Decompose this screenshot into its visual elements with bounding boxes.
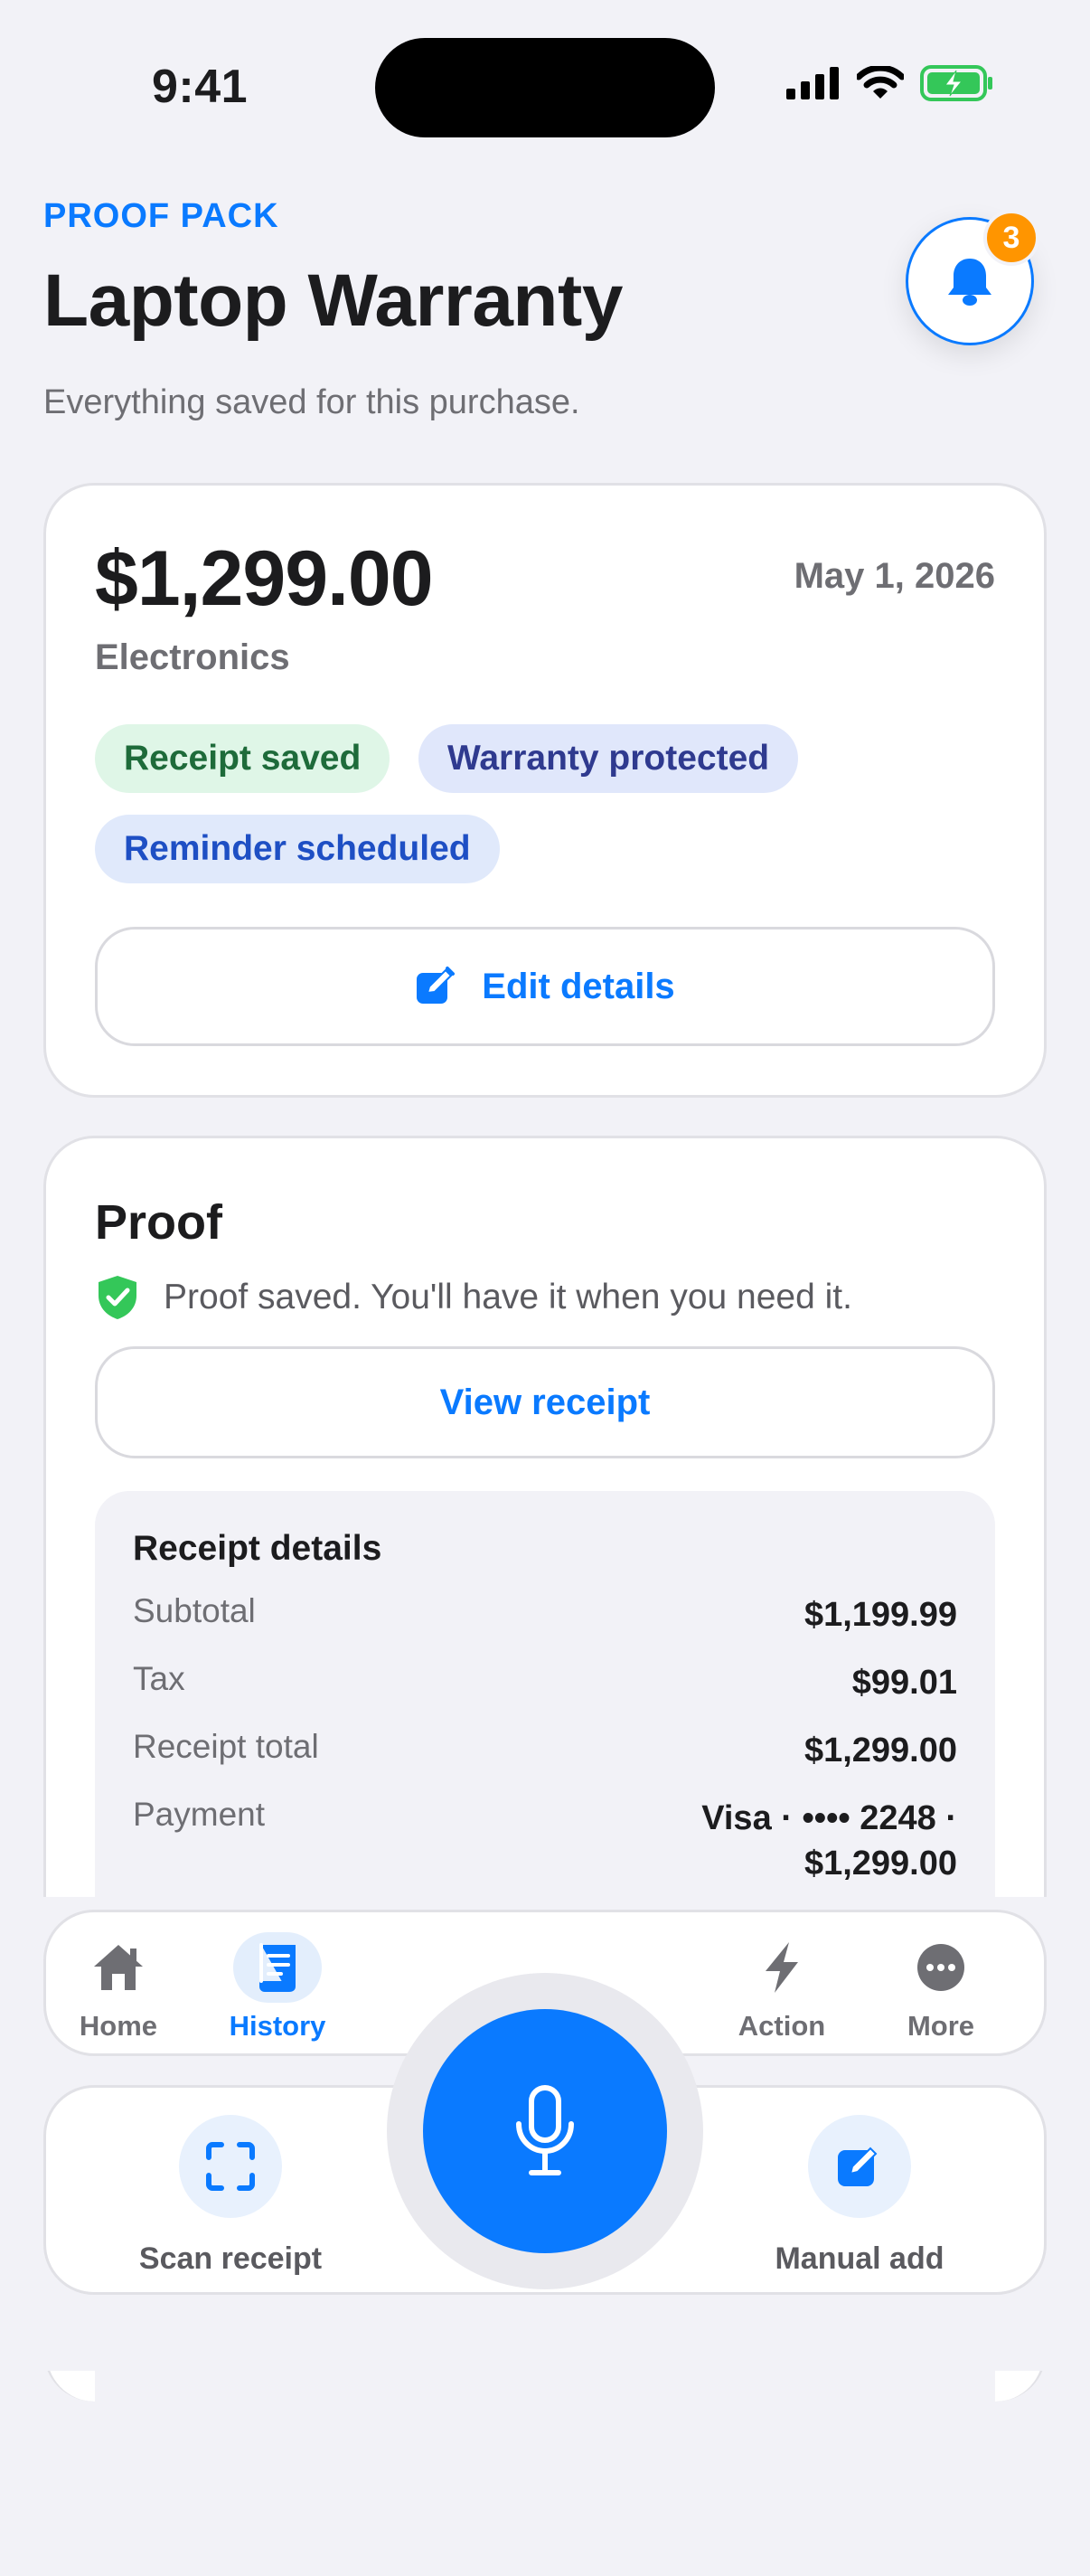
receipt-row-tax: Tax $99.01 [133,1660,957,1705]
status-badge-receipt: Receipt saved [95,724,390,793]
receipt-row-total: Receipt total $1,299.00 [133,1728,957,1773]
receipt-icon [233,1932,322,2003]
proof-title: Proof [95,1195,222,1250]
purchase-date: May 1, 2026 [794,556,995,596]
scan-icon [179,2115,282,2218]
purchase-amount: $1,299.00 [95,535,434,622]
microphone-icon [516,2085,574,2175]
receipt-value: $99.01 [851,1664,957,1702]
receipt-label: Receipt total [133,1728,319,1765]
status-time: 9:41 [152,61,249,113]
tab-label: History [229,2010,326,2042]
ellipsis-icon [897,1932,985,2003]
tab-more[interactable]: More [869,1932,1013,2043]
proof-note-text: Proof saved. You'll have it when you nee… [164,1278,852,1316]
payment-method: Visa · •••• 2248 · [701,1799,957,1837]
page-subtitle: Everything saved for this purchase. [43,383,580,421]
wifi-icon [857,66,904,99]
edit-icon [808,2115,911,2218]
tab-action[interactable]: Action [709,1932,854,2043]
manual-add-button[interactable]: Manual add [742,2115,977,2277]
receipt-label: Tax [133,1660,185,1697]
status-badge-reminder: Reminder scheduled [95,815,500,883]
tab-home[interactable]: Home [46,1932,191,2043]
notification-badge: 3 [983,210,1039,266]
status-badge-warranty: Warranty protected [418,724,799,793]
edit-details-button[interactable]: Edit details [95,927,995,1046]
receipt-value: Visa · •••• 2248 · $1,299.00 [701,1796,957,1886]
edit-details-label: Edit details [482,966,675,1006]
receipt-value: $1,299.00 [803,1731,957,1769]
voice-input-button[interactable] [423,2009,667,2253]
receipt-label: Payment [133,1796,266,1833]
page-eyebrow: PROOF PACK [43,197,279,235]
receipt-details-heading: Receipt details [133,1529,382,1568]
receipt-value: $1,199.99 [803,1596,957,1634]
receipt-row-subtotal: Subtotal $1,199.99 [133,1592,957,1637]
purchase-summary-card: $1,299.00 May 1, 2026 Electronics Receip… [43,483,1047,1098]
payment-amount: $1,299.00 [803,1845,957,1882]
tab-history[interactable]: History [205,1932,350,2043]
bell-icon [948,259,991,306]
status-icons [786,65,994,101]
tab-label: More [907,2010,975,2042]
scan-receipt-label: Scan receipt [138,2241,323,2276]
bolt-icon [738,1932,826,2003]
battery-charging-icon [920,65,992,101]
cellular-signal-icon [786,67,839,99]
dynamic-island [375,38,715,137]
purchase-category: Electronics [95,637,290,677]
manual-add-label: Manual add [775,2241,944,2276]
tab-label: Action [738,2010,826,2042]
page-title: Laptop Warranty [43,259,623,342]
edit-icon [417,967,456,1004]
shield-check-icon [99,1276,136,1319]
house-icon [74,1932,163,2003]
view-receipt-button[interactable]: View receipt [95,1346,995,1458]
receipt-label: Subtotal [133,1592,256,1629]
scan-receipt-button[interactable]: Scan receipt [113,2115,348,2277]
proof-note: Proof saved. You'll have it when you nee… [95,1274,852,1321]
receipt-row-payment: Payment Visa · •••• 2248 · $1,299.00 [133,1796,957,1886]
tab-label: Home [79,2010,158,2042]
view-receipt-label: View receipt [439,1382,651,1422]
